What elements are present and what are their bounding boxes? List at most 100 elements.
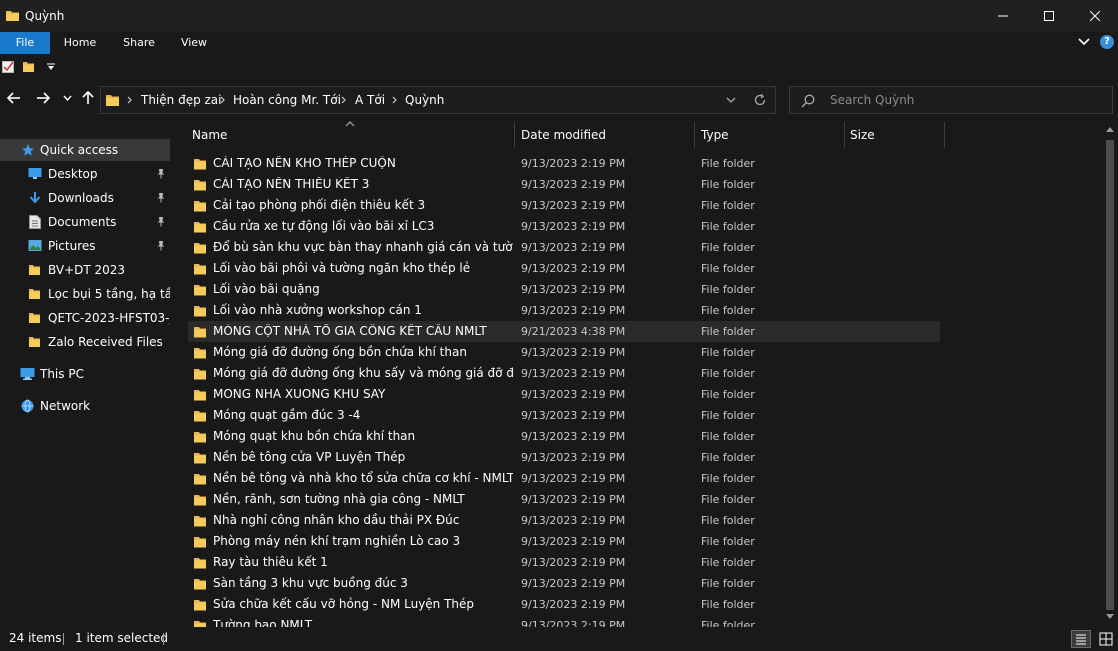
column-header-date[interactable]: Date modified: [521, 122, 691, 148]
tab-share[interactable]: Share: [113, 32, 165, 54]
table-row[interactable]: Móng quạt gầm đúc 3 -4 9/13/2023 2:19 PM F…: [188, 405, 940, 426]
network-icon: [21, 399, 34, 413]
table-row[interactable]: Lối vào bãi phôi và tường ngăn kho thép …: [188, 258, 940, 279]
pin-icon[interactable]: [156, 240, 166, 251]
file-date: 9/13/2023 2:19 PM: [521, 535, 626, 548]
column-header-name[interactable]: Name: [192, 122, 512, 148]
sidebar-item-folder[interactable]: QETC-2023-HFST03-JG0: [0, 307, 170, 329]
maximize-button[interactable]: [1026, 0, 1072, 32]
file-name: Móng quạt gầm đúc 3 -4: [213, 408, 361, 422]
table-row[interactable]: Nền bê tông và nhà kho tổ sửa chữa cơ kh…: [188, 468, 940, 489]
sidebar-item-downloads[interactable]: Downloads: [0, 187, 170, 209]
table-row[interactable]: Nền bê tông cửa VP Luyện Thép 9/13/2023 2…: [188, 447, 940, 468]
tab-view[interactable]: View: [169, 32, 219, 54]
file-name: Lối vào bãi phôi và tường ngăn kho thép …: [213, 261, 471, 275]
table-row[interactable]: Phòng máy nén khí trạm nghiền Lò cao 3 9/…: [188, 531, 940, 552]
tab-file[interactable]: File: [0, 32, 50, 54]
address-bar[interactable]: Thiện đẹp zai Hoàn công Mr. Tới A Tới Qu…: [100, 86, 776, 114]
table-row[interactable]: Nền, rãnh, sơn tường nhà gia công - NMLT…: [188, 489, 940, 510]
sidebar-item-folder[interactable]: BV+DT 2023: [0, 259, 170, 281]
table-row[interactable]: Cải tạo phòng phối điện thiêu kết 3 9/13/…: [188, 195, 940, 216]
table-row[interactable]: MONG NHA XUONG KHU SAY 9/13/2023 2:19 PM F…: [188, 384, 940, 405]
chevron-right-icon[interactable]: [392, 96, 398, 104]
vertical-scrollbar[interactable]: [1102, 122, 1118, 627]
scroll-down-icon[interactable]: [1106, 614, 1114, 620]
file-name: Lối vào nhà xưởng workshop cán 1: [213, 303, 422, 317]
table-row[interactable]: Móng giá đỡ đường ống khu sấy và móng gi…: [188, 363, 940, 384]
table-row[interactable]: Ray tàu thiêu kết 1 9/13/2023 2:19 PM File…: [188, 552, 940, 573]
file-type: File folder: [701, 535, 755, 548]
column-header-type[interactable]: Type: [701, 122, 841, 148]
properties-icon[interactable]: [2, 60, 15, 73]
breadcrumb-item[interactable]: Quỳnh: [405, 93, 444, 107]
help-icon[interactable]: ?: [1100, 35, 1114, 49]
sidebar-item-folder[interactable]: Zalo Received Files: [0, 331, 170, 353]
breadcrumb-item[interactable]: Thiện đẹp zai: [141, 93, 222, 107]
column-header-size[interactable]: Size: [850, 122, 940, 148]
star-icon: [22, 144, 34, 156]
desktop-icon: [28, 168, 42, 179]
search-box[interactable]: Search Quỳnh: [789, 86, 1113, 114]
large-icons-view-button[interactable]: [1097, 630, 1115, 648]
file-date: 9/13/2023 2:19 PM: [521, 514, 626, 527]
up-arrow-icon[interactable]: [81, 91, 95, 105]
sidebar-item-quick-access[interactable]: Quick access: [0, 139, 170, 161]
sidebar-item-this-pc[interactable]: This PC: [0, 363, 170, 385]
folder-icon: [194, 579, 206, 590]
recent-locations-icon[interactable]: [63, 95, 72, 101]
search-placeholder: Search Quỳnh: [830, 93, 915, 107]
table-row[interactable]: Lối vào nhà xưởng workshop cán 1 9/13/202…: [188, 300, 940, 321]
table-row[interactable]: CẢI TẠO NỀN THIÊU KẾT 3 9/13/2023 2:19 PM…: [188, 174, 940, 195]
new-folder-icon[interactable]: [23, 60, 35, 73]
file-name: Ray tàu thiêu kết 1: [213, 555, 328, 569]
sidebar-item-documents[interactable]: Documents: [0, 211, 170, 233]
column-divider[interactable]: [944, 122, 945, 148]
close-button[interactable]: [1072, 0, 1118, 32]
refresh-icon[interactable]: [753, 93, 767, 107]
table-row[interactable]: Sửa chữa kết cấu vỡ hỏng - NM Luyện Thép…: [188, 594, 940, 615]
chevron-right-icon[interactable]: [127, 96, 133, 104]
customize-toolbar-icon[interactable]: [47, 63, 55, 71]
column-divider[interactable]: [514, 122, 515, 148]
table-row[interactable]: Móng giá đỡ đường ống bồn chứa khí than 9…: [188, 342, 940, 363]
scrollbar-thumb[interactable]: [1106, 140, 1114, 610]
folder-icon: [194, 390, 206, 401]
table-row[interactable]: Móng quạt khu bồn chứa khí than 9/13/2023…: [188, 426, 940, 447]
scroll-up-icon[interactable]: [1106, 126, 1114, 132]
pin-icon[interactable]: [156, 168, 166, 179]
minimize-button[interactable]: [980, 0, 1026, 32]
table-row[interactable]: MÓNG CỘT NHÀ TỔ GIA CÔNG KẾT CẤU NMLT 9/2…: [188, 321, 940, 342]
sidebar-item-folder[interactable]: Lọc bụi 5 tầng, hạ tầng: [0, 283, 170, 305]
table-row[interactable]: Đổ bù sàn khu vực bàn thay nhanh giá cán…: [188, 237, 940, 258]
sidebar-item-desktop[interactable]: Desktop: [0, 163, 170, 185]
folder-icon: [194, 264, 206, 275]
sidebar-item-label: Documents: [48, 215, 117, 229]
file-type: File folder: [701, 556, 755, 569]
breadcrumb-item[interactable]: A Tới: [355, 93, 385, 107]
table-row[interactable]: Lối vào bãi quặng 9/13/2023 2:19 PM File f…: [188, 279, 940, 300]
pin-icon[interactable]: [156, 192, 166, 203]
column-divider[interactable]: [844, 122, 845, 148]
table-row[interactable]: Cầu rửa xe tự động lối vào bãi xỉ LC3 9/1…: [188, 216, 940, 237]
chevron-right-icon[interactable]: [341, 96, 347, 104]
sidebar-item-pictures[interactable]: Pictures: [0, 235, 170, 257]
column-divider[interactable]: [694, 122, 695, 148]
table-row[interactable]: CẢI TẠO NỀN KHO THÉP CUỘN 9/13/2023 2:19 …: [188, 153, 940, 174]
file-type: File folder: [701, 388, 755, 401]
expand-ribbon-icon[interactable]: [1078, 36, 1090, 48]
sidebar-item-label: Downloads: [48, 191, 114, 205]
sidebar-item-network[interactable]: Network: [0, 395, 170, 417]
file-date: 9/13/2023 2:19 PM: [521, 388, 626, 401]
table-row[interactable]: Nhà nghỉ công nhân kho dầu thải PX Đúc 9/…: [188, 510, 940, 531]
breadcrumb-item[interactable]: Hoàn công Mr. Tới: [233, 93, 341, 107]
forward-arrow-icon[interactable]: [36, 91, 50, 105]
chevron-down-icon[interactable]: [726, 97, 736, 103]
tab-home[interactable]: Home: [54, 32, 106, 54]
file-date: 9/13/2023 2:19 PM: [521, 451, 626, 464]
back-arrow-icon[interactable]: [7, 91, 21, 105]
table-row[interactable]: Sàn tầng 3 khu vực buồng đúc 3 9/13/2023 …: [188, 573, 940, 594]
details-view-button[interactable]: [1071, 630, 1091, 648]
pin-icon[interactable]: [156, 216, 166, 227]
chevron-right-icon[interactable]: [220, 96, 226, 104]
folder-icon: [194, 453, 206, 464]
